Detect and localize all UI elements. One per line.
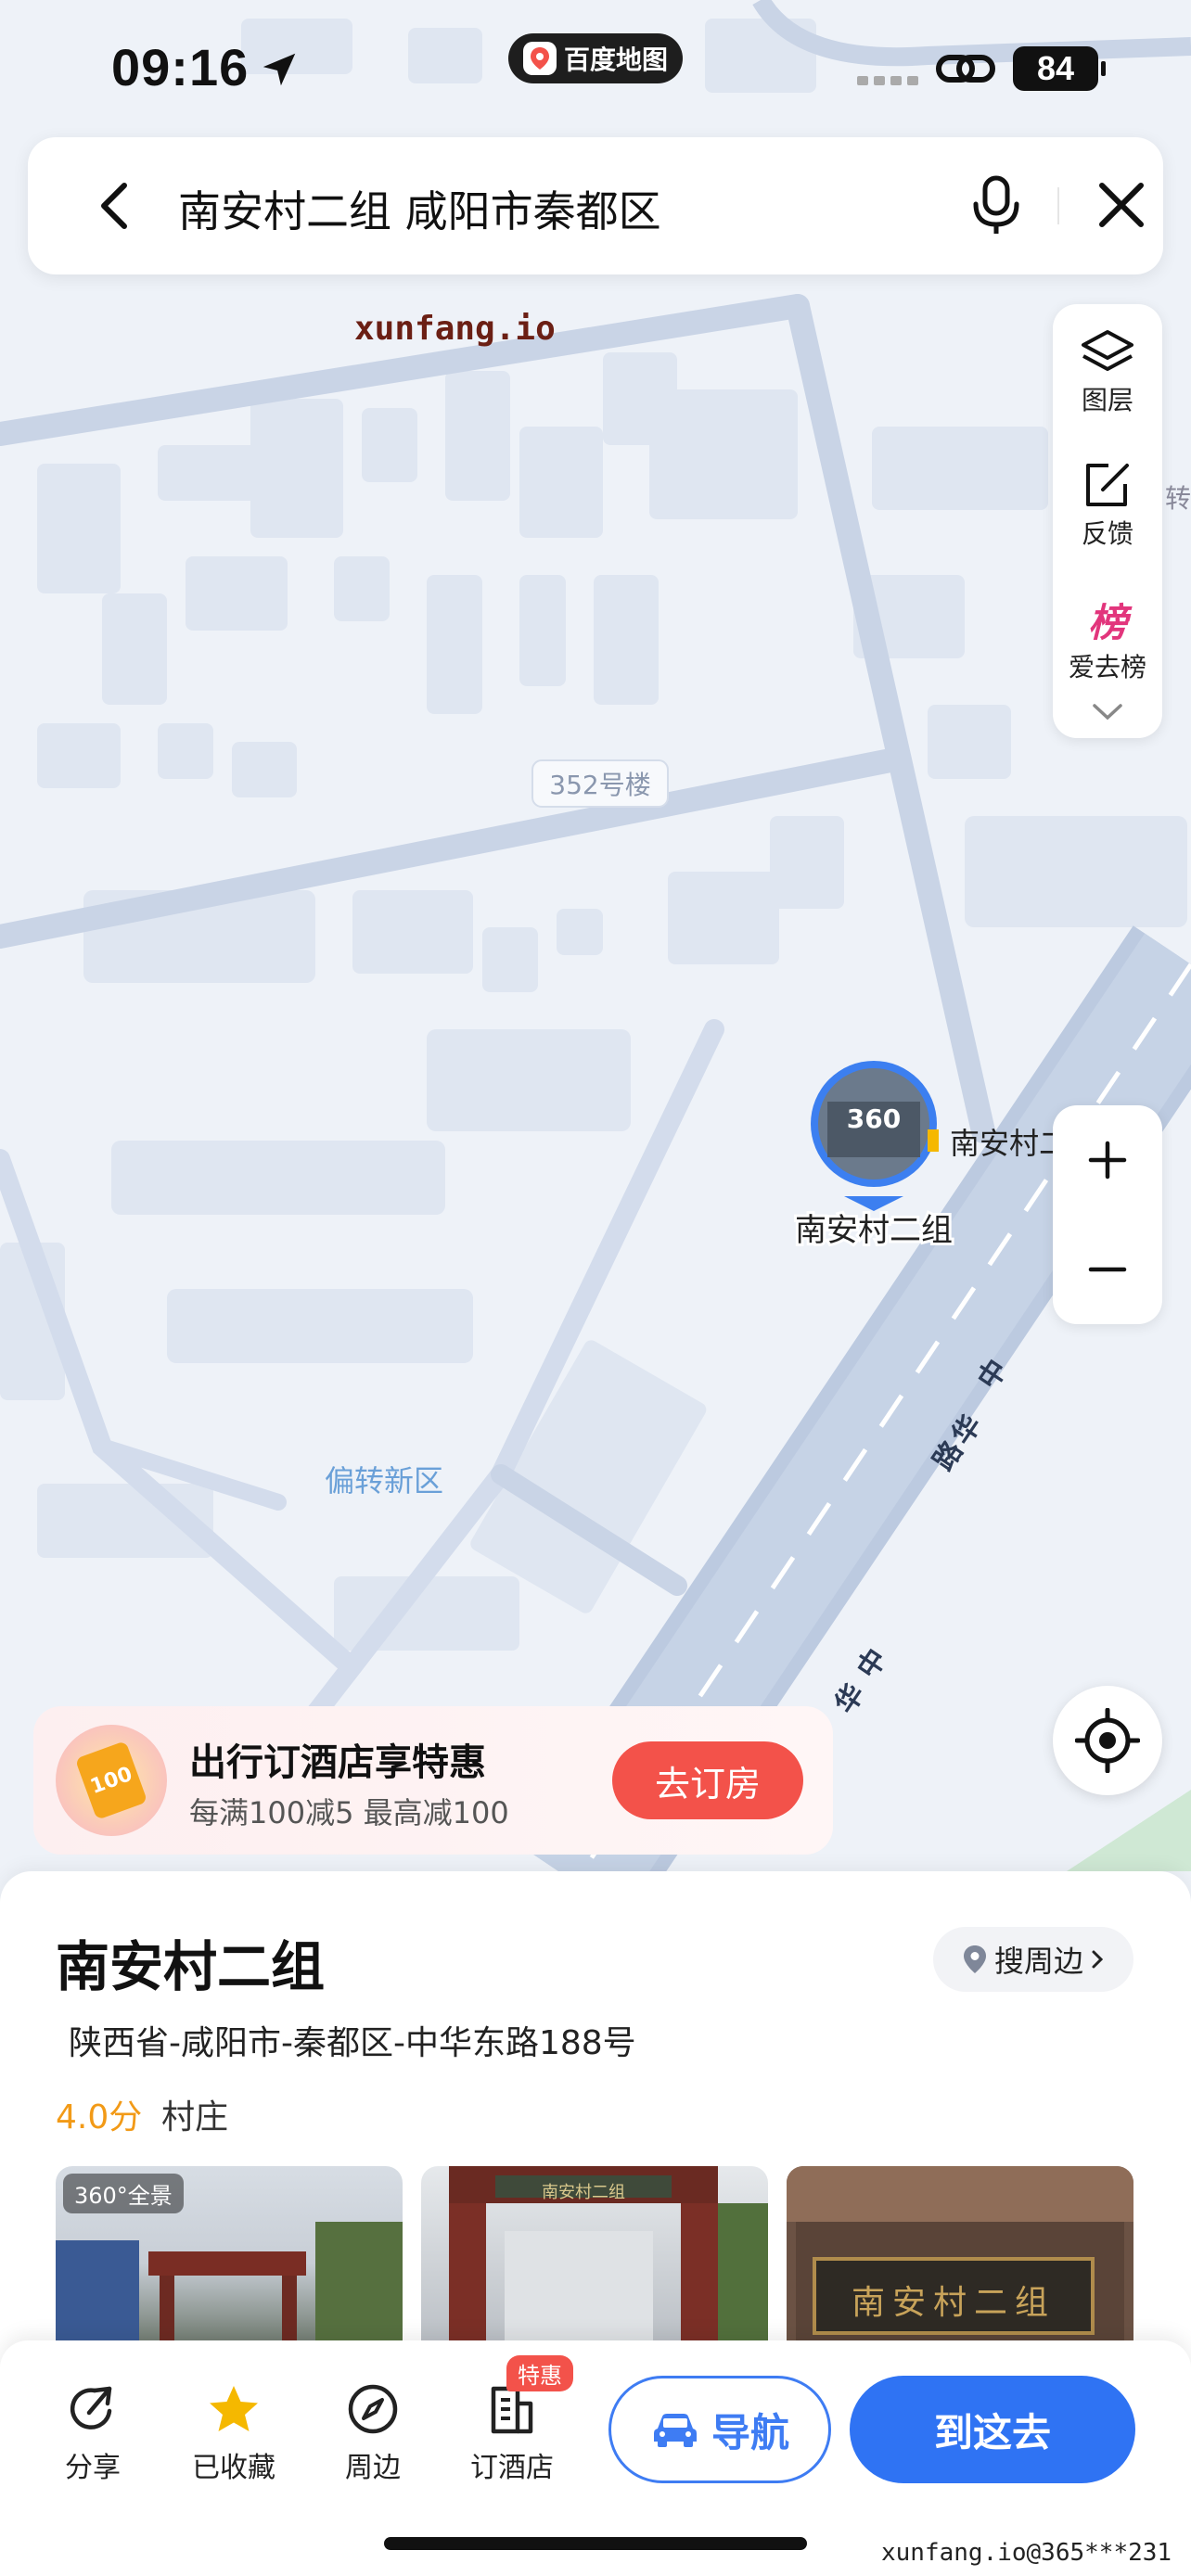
plus-icon — [1088, 1141, 1127, 1180]
ranking-button[interactable]: 榜 爱去榜 — [1053, 592, 1162, 684]
poi-nearby-label[interactable]: 南安村二 — [950, 1126, 1069, 1161]
hotel-deal-tag: 特惠 — [506, 2355, 573, 2391]
ranking-label: 爱去榜 — [1068, 652, 1146, 682]
navigate-label: 导航 — [711, 2409, 789, 2455]
search-separator — [1057, 187, 1059, 224]
svg-text:360: 360 — [847, 1103, 901, 1134]
svg-text:352号楼: 352号楼 — [549, 770, 650, 800]
photo-panorama[interactable]: 360°全景 — [56, 2166, 403, 2361]
footer-watermark: xunfang.io@365***231 — [881, 2539, 1172, 2567]
zoom-control — [1053, 1105, 1162, 1324]
home-indicator[interactable] — [384, 2537, 807, 2550]
photo-sign[interactable]: 南安村二组 — [787, 2166, 1133, 2361]
baidu-maps-logo-icon — [522, 42, 557, 75]
share-icon — [70, 2386, 112, 2429]
navigate-button[interactable]: 导航 — [608, 2376, 831, 2483]
signal-dots-icon — [857, 76, 918, 85]
zoom-out-button[interactable] — [1053, 1215, 1162, 1324]
place-name: 南安村二组 — [56, 1935, 326, 1998]
status-bar: 09:16 百度地图 84 — [0, 0, 1191, 139]
right-toolbar: 图层 反馈 榜 爱去榜 — [1053, 304, 1162, 738]
app-pill-label: 百度地图 — [563, 45, 668, 75]
layers-button[interactable]: 图层 — [1053, 328, 1162, 417]
place-address: 陕西省-咸阳市-秦都区-中华东路188号 — [69, 2024, 636, 2062]
coupon-badge-icon: 100 — [56, 1725, 167, 1836]
promo-subtitle: 每满100减5 最高减100 — [189, 1795, 509, 1830]
photo-sign-image — [787, 2166, 1133, 2361]
book-hotel-button[interactable]: 去订房 — [612, 1741, 803, 1819]
photo-strip[interactable]: 360°全景 南安村二组 南安村二组 — [56, 2166, 1135, 2361]
building-label-352[interactable]: 352号楼 — [531, 759, 669, 808]
promo-title: 出行订酒店享特惠 — [189, 1741, 486, 1784]
district-label: 偏转新区 — [325, 1463, 443, 1498]
ranking-badge-icon: 榜 — [1087, 600, 1127, 645]
poi-label[interactable]: 南安村二组 — [792, 1209, 955, 1252]
layers-label: 图层 — [1081, 385, 1133, 415]
locate-crosshair-icon — [1075, 1708, 1140, 1773]
zoom-in-button[interactable] — [1053, 1105, 1162, 1215]
locate-me-button[interactable] — [1053, 1686, 1162, 1795]
hotel-label: 订酒店 — [470, 2452, 554, 2484]
location-arrow-icon — [263, 53, 296, 86]
photo-sign-text: 南安村二组 — [851, 2284, 1056, 2322]
minus-icon — [1088, 1267, 1127, 1272]
microphone-icon[interactable] — [968, 174, 1024, 237]
chevron-right-icon — [1092, 1950, 1104, 1969]
coupon-ticket-icon: 100 — [74, 1741, 148, 1820]
car-icon — [653, 2414, 697, 2447]
link-icon — [936, 55, 995, 83]
close-icon[interactable] — [1095, 178, 1148, 232]
nearby-label: 周边 — [345, 2452, 401, 2484]
map-edge-label: 转 — [1165, 483, 1191, 514]
panorama-tag: 360°全景 — [63, 2174, 184, 2213]
book-hotel-action[interactable]: 特惠 订酒店 — [456, 2355, 573, 2485]
status-time: 09:16 — [111, 38, 250, 96]
favorite-label: 已收藏 — [192, 2452, 275, 2484]
photo-gate[interactable]: 南安村二组 — [421, 2166, 768, 2361]
search-nearby-label: 搜周边 — [993, 1944, 1083, 1979]
go-here-button[interactable]: 到这去 — [850, 2376, 1135, 2483]
feedback-label: 反馈 — [1081, 518, 1133, 549]
chevron-down-icon[interactable] — [1092, 703, 1123, 721]
share-button[interactable]: 分享 — [37, 2383, 148, 2485]
star-icon — [210, 2386, 258, 2431]
feedback-button[interactable]: 反馈 — [1053, 460, 1162, 551]
share-label: 分享 — [65, 2452, 121, 2484]
search-query-field[interactable]: 南安村二组 咸阳市秦都区 — [178, 178, 661, 239]
hotel-promo-banner[interactable]: 100 出行订酒店享特惠 每满100减5 最高减100 去订房 — [33, 1706, 833, 1855]
poi-flag-icon — [928, 1129, 939, 1152]
search-nearby-button[interactable]: 搜周边 — [933, 1927, 1133, 1992]
app-return-pill[interactable]: 百度地图 — [508, 33, 683, 83]
nearby-button[interactable]: 周边 — [317, 2383, 429, 2485]
search-bar: 南安村二组 咸阳市秦都区 — [28, 137, 1163, 274]
watermark-text: xunfang.io — [354, 310, 556, 348]
compass-icon — [348, 2384, 398, 2434]
place-rating[interactable]: 4.0分 — [56, 2090, 142, 2138]
back-icon[interactable] — [95, 180, 135, 232]
place-category: 村庄 — [161, 2098, 229, 2136]
feedback-edit-icon — [1086, 464, 1129, 506]
favorite-button[interactable]: 已收藏 — [178, 2383, 289, 2485]
layers-icon — [1082, 330, 1133, 371]
photo-gate-sign: 南安村二组 — [542, 2183, 625, 2202]
battery-indicator: 84 — [1013, 46, 1106, 91]
location-pin-icon — [963, 1945, 986, 1973]
